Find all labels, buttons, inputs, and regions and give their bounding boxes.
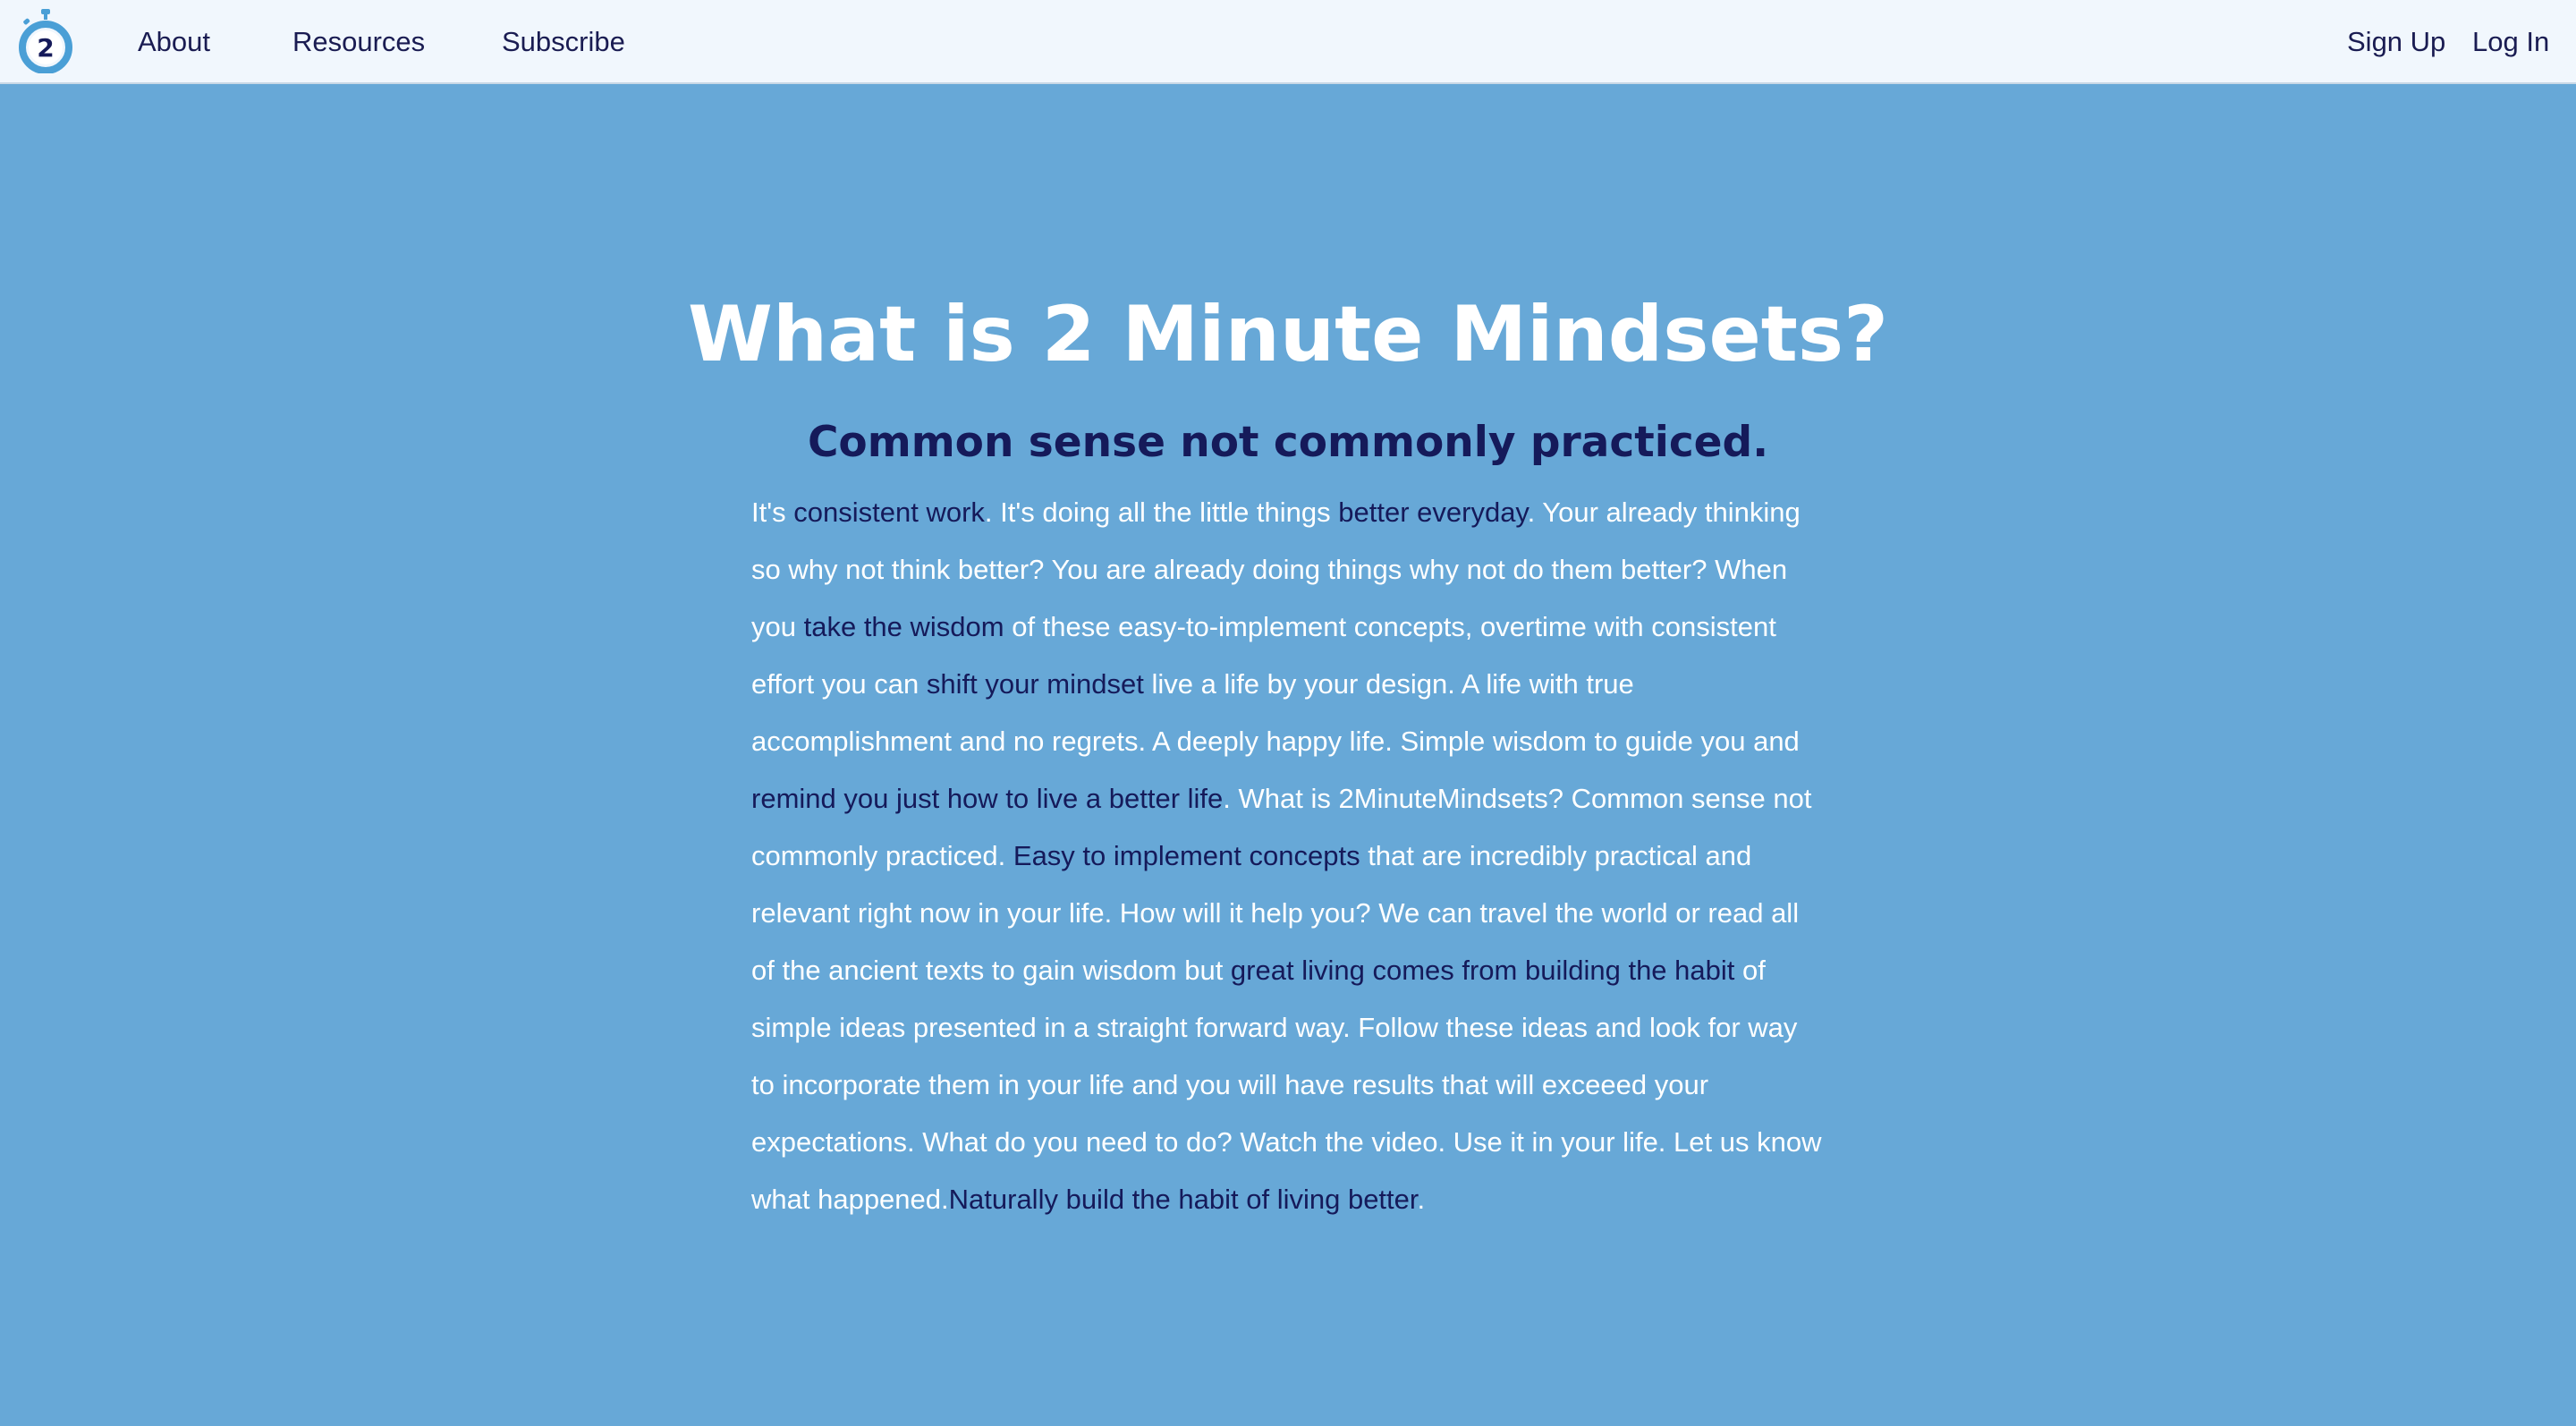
paragraph-text: of simple ideas presented in a straight … — [751, 955, 1822, 1215]
log-in-link[interactable]: Log In — [2472, 23, 2549, 61]
stopwatch-logo-icon[interactable]: 2 — [16, 9, 75, 73]
nav-about-link[interactable]: About — [138, 23, 210, 61]
nav-resources-link[interactable]: Resources — [292, 23, 425, 61]
highlight-link-better-everyday[interactable]: better everyday — [1338, 497, 1527, 528]
highlight-link-great-living[interactable]: great living comes from building the hab… — [1231, 955, 1734, 986]
main-content: What is 2 Minute Mindsets? Common sense … — [0, 84, 2576, 1426]
highlight-link-remind-you[interactable]: remind you just how to live a better lif… — [751, 783, 1223, 814]
highlight-link-naturally-build[interactable]: Naturally build the habit of living bett… — [949, 1184, 1418, 1215]
sign-up-link[interactable]: Sign Up — [2347, 23, 2445, 61]
highlight-link-easy-to-implement[interactable]: Easy to implement concepts — [1013, 840, 1360, 871]
intro-paragraph: It's consistent work. It's doing all the… — [751, 484, 1825, 1228]
top-navbar: 2 About Resources Subscribe Sign Up Log … — [0, 0, 2576, 84]
logo-digit: 2 — [37, 33, 54, 63]
paragraph-text: It's — [751, 497, 794, 528]
paragraph-text: . It's doing all the little things — [984, 497, 1339, 528]
nav-subscribe-link[interactable]: Subscribe — [502, 23, 625, 61]
paragraph-text: . — [1417, 1184, 1426, 1215]
highlight-link-consistent-work[interactable]: consistent work — [793, 497, 985, 528]
page-subtitle: Common sense not commonly practiced. — [807, 418, 1769, 467]
highlight-link-take-the-wisdom[interactable]: take the wisdom — [804, 611, 1004, 642]
page-title: What is 2 Minute Mindsets? — [688, 290, 1888, 379]
highlight-link-shift-your-mindset[interactable]: shift your mindset — [927, 668, 1144, 700]
